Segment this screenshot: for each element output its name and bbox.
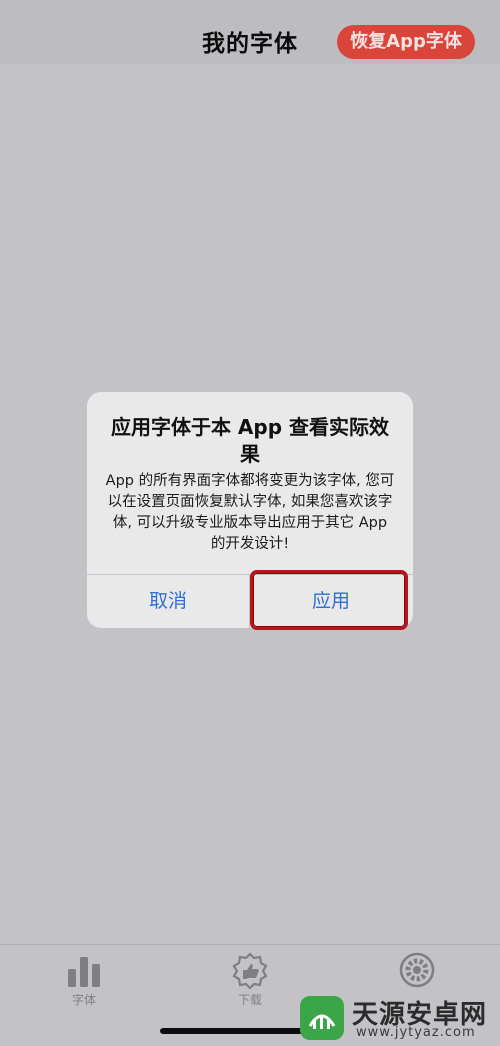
watermark-url: www.jytyaz.com (356, 1025, 476, 1040)
alert-message: App 的所有界面字体都将变更为该字体, 您可以在设置页面恢复默认字体, 如果您… (105, 473, 395, 552)
watermark: 天源安卓网 www.jytyaz.com (296, 992, 500, 1045)
tab-fonts[interactable]: 字体 (34, 951, 134, 1008)
bar-chart-icon (68, 957, 100, 987)
watermark-logo-icon (300, 996, 344, 1040)
restore-app-font-button[interactable]: 恢复App字体 (337, 25, 475, 59)
alert-title: 应用字体于本 App 查看实际效果 (110, 415, 390, 466)
gear-icon (399, 952, 435, 988)
thumbs-up-badge-icon (232, 952, 268, 989)
apply-button-highlight (250, 570, 408, 630)
tab-downloads[interactable]: 下载 (200, 951, 300, 1008)
navigation-bar: 我的字体 恢复App字体 (0, 0, 500, 64)
tab-settings[interactable] (367, 951, 467, 991)
cancel-button[interactable]: 取消 (87, 574, 249, 628)
tab-fonts-label: 字体 (71, 993, 96, 1007)
tab-downloads-label: 下载 (237, 993, 262, 1007)
